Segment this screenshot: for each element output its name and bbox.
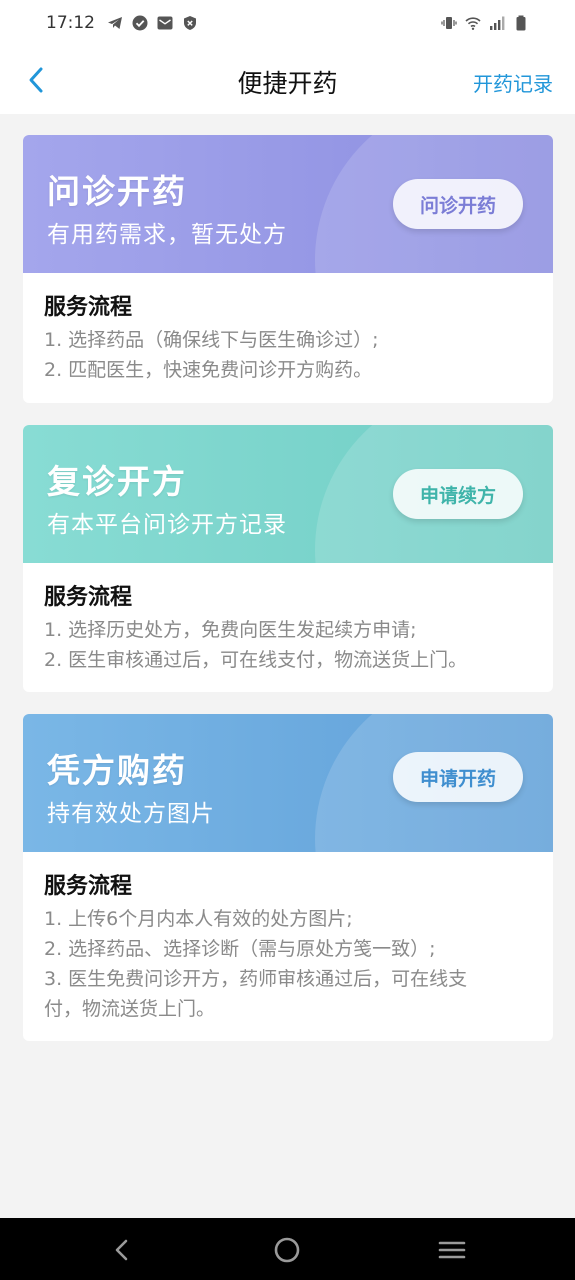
card-banner: 问诊开药 有用药需求，暂无处方 问诊开药 bbox=[23, 135, 553, 273]
flow-step: 2. 医生审核通过后，可在线支付，物流送货上门。 bbox=[44, 649, 468, 671]
back-triangle-icon[interactable] bbox=[107, 1235, 137, 1265]
signal-icon bbox=[489, 15, 505, 31]
battery-icon bbox=[513, 15, 529, 31]
flow-step: 1. 选择药品（确保线下与医生确诊过）; bbox=[44, 329, 379, 351]
card-body: 服务流程 1. 选择药品（确保线下与医生确诊过）; 2. 匹配医生，快速免费问诊… bbox=[23, 273, 553, 385]
renew-prescription-button[interactable]: 申请续方 bbox=[393, 469, 523, 519]
card-title: 复诊开方 bbox=[47, 462, 187, 501]
system-nav-bar bbox=[0, 1218, 575, 1280]
check-circle-icon bbox=[132, 15, 148, 31]
status-time: 17:12 bbox=[46, 13, 95, 33]
telegram-icon bbox=[107, 15, 123, 31]
status-left-icons bbox=[107, 15, 198, 31]
shield-icon bbox=[182, 15, 198, 31]
wifi-icon bbox=[465, 15, 481, 31]
card-banner: 复诊开方 有本平台问诊开方记录 申请续方 bbox=[23, 425, 553, 563]
mail-icon bbox=[157, 15, 173, 31]
home-circle-icon[interactable] bbox=[272, 1235, 302, 1265]
card-banner: 凭方购药 持有效处方图片 申请开药 bbox=[23, 714, 553, 852]
card-title: 凭方购药 bbox=[47, 751, 187, 790]
status-bar: 17:12 bbox=[0, 0, 575, 46]
flow-step: 2. 匹配医生，快速免费问诊开方购药。 bbox=[44, 359, 373, 381]
flow-step: 2. 选择药品、选择诊断（需与原处方笺一致）; bbox=[44, 938, 436, 960]
card-follow-up-prescription: 复诊开方 有本平台问诊开方记录 申请续方 服务流程 1. 选择历史处方，免费向医… bbox=[23, 425, 553, 692]
flow-step: 付，物流送货上门。 bbox=[44, 998, 216, 1020]
card-buy-with-prescription: 凭方购药 持有效处方图片 申请开药 服务流程 1. 上传6个月内本人有效的处方图… bbox=[23, 714, 553, 1041]
card-title: 问诊开药 bbox=[47, 172, 187, 211]
status-right-icons bbox=[441, 15, 529, 31]
menu-lines-icon[interactable] bbox=[437, 1235, 467, 1265]
flow-title: 服务流程 bbox=[44, 585, 133, 610]
nav-bar: 便捷开药 开药记录 bbox=[0, 46, 575, 114]
card-subtitle: 有用药需求，暂无处方 bbox=[47, 222, 287, 248]
card-body: 服务流程 1. 上传6个月内本人有效的处方图片; 2. 选择药品、选择诊断（需与… bbox=[23, 852, 553, 1024]
vibrate-icon bbox=[441, 15, 457, 31]
card-subtitle: 有本平台问诊开方记录 bbox=[47, 512, 287, 538]
flow-title: 服务流程 bbox=[44, 874, 133, 899]
flow-step: 1. 上传6个月内本人有效的处方图片; bbox=[44, 908, 353, 930]
flow-step: 1. 选择历史处方，免费向医生发起续方申请; bbox=[44, 619, 417, 641]
prescription-records-link[interactable]: 开药记录 bbox=[473, 68, 553, 97]
card-subtitle: 持有效处方图片 bbox=[47, 801, 215, 827]
card-body: 服务流程 1. 选择历史处方，免费向医生发起续方申请; 2. 医生审核通过后，可… bbox=[23, 563, 553, 675]
flow-step: 3. 医生免费问诊开方，药师审核通过后，可在线支 bbox=[44, 968, 468, 990]
flow-title: 服务流程 bbox=[44, 295, 133, 320]
request-medicine-button[interactable]: 申请开药 bbox=[393, 752, 523, 802]
consult-prescribe-button[interactable]: 问诊开药 bbox=[393, 179, 523, 229]
card-consult-prescribe: 问诊开药 有用药需求，暂无处方 问诊开药 服务流程 1. 选择药品（确保线下与医… bbox=[23, 135, 553, 403]
